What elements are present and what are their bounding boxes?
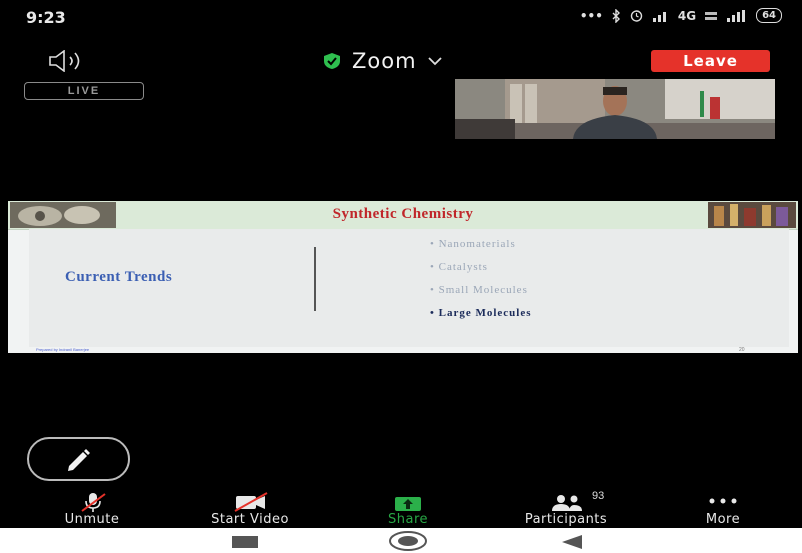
participants-label: Participants xyxy=(524,512,608,527)
microphone-muted-icon xyxy=(81,493,106,512)
self-video-thumbnail[interactable] xyxy=(455,79,775,139)
video-frame xyxy=(455,79,775,139)
network-type: 4G xyxy=(677,8,697,23)
share-button[interactable]: Share xyxy=(368,488,448,528)
leave-button[interactable]: Leave xyxy=(651,50,770,72)
unmute-button[interactable]: Unmute xyxy=(48,488,136,528)
slide-bullet-active: • Large Molecules xyxy=(430,307,532,319)
status-icons: ••• 4G 64 xyxy=(580,8,782,23)
more-button[interactable]: More xyxy=(688,488,758,528)
slide-bullet: • Small Molecules xyxy=(430,284,528,296)
meeting-toolbar: Unmute Start Video Share 93 Participants… xyxy=(0,488,802,528)
annotate-button[interactable] xyxy=(27,437,130,481)
video-camera-muted-icon xyxy=(234,492,268,512)
dots-icon: ••• xyxy=(579,8,603,23)
slide-footer: Prepared by Indranil Banerjee xyxy=(36,347,90,352)
volte-icon xyxy=(705,11,718,20)
chevron-down-icon xyxy=(427,57,442,66)
bluetooth-icon xyxy=(612,8,620,23)
back-icon[interactable] xyxy=(560,534,584,550)
share-icon xyxy=(395,497,421,511)
participants-button[interactable]: 93 Participants xyxy=(495,488,637,528)
slide-bullet: • Nanomaterials xyxy=(430,238,516,250)
slide-title: Synthetic Chemistry xyxy=(332,206,474,222)
recent-apps-icon[interactable] xyxy=(232,536,258,548)
signal-icon-2 xyxy=(727,9,746,22)
alarm-icon xyxy=(630,10,643,22)
meeting-title[interactable]: Zoom xyxy=(322,49,443,73)
start-video-button[interactable]: Start Video xyxy=(185,488,315,528)
slide-page-number: 20 xyxy=(739,347,745,353)
pencil-icon xyxy=(68,449,90,471)
slide-bullet: • Catalysts xyxy=(430,261,488,273)
shield-icon xyxy=(324,53,340,69)
participants-count: 93 xyxy=(592,490,605,502)
home-icon[interactable] xyxy=(388,530,428,552)
slide-body: Current Trends • Nanomaterials • Catalys… xyxy=(29,229,789,347)
android-nav-bar xyxy=(0,528,802,553)
speaker-icon[interactable] xyxy=(48,50,118,72)
status-bar: 9:23 ••• 4G 64 xyxy=(0,0,802,36)
meeting-top-bar: Zoom Leave xyxy=(0,40,802,82)
meeting-title-text: Zoom xyxy=(352,49,417,73)
shared-screen[interactable]: Synthetic Chemistry Current Trends • Nan… xyxy=(8,201,798,353)
slide-image-right xyxy=(708,202,796,228)
signal-icon xyxy=(652,11,666,22)
battery-icon: 64 xyxy=(756,8,782,23)
participants-icon xyxy=(552,495,582,511)
slide-header: Synthetic Chemistry xyxy=(8,201,798,230)
unmute-label: Unmute xyxy=(64,512,120,527)
more-dots-icon xyxy=(709,498,737,504)
status-time: 9:23 xyxy=(26,8,66,27)
slide-divider xyxy=(314,247,316,311)
live-badge[interactable]: LIVE xyxy=(24,82,144,100)
slide-left-heading: Current Trends xyxy=(65,269,173,285)
start-video-label: Start Video xyxy=(211,512,289,527)
share-label: Share xyxy=(387,512,428,527)
zoom-meeting-screen: 9:23 ••• 4G 64 Zoom Leave LIVE Synthetic… xyxy=(0,0,802,528)
more-label: More xyxy=(705,512,741,527)
